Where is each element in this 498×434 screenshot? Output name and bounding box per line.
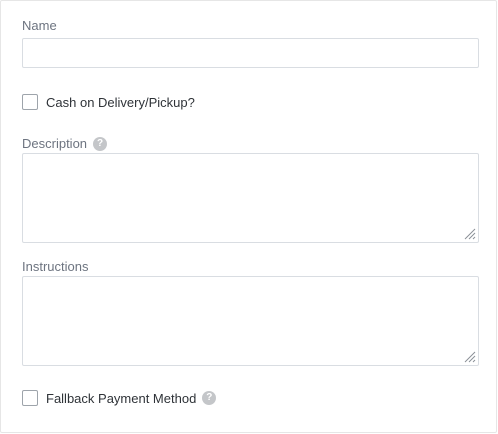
help-circle-icon[interactable]: ?: [202, 391, 217, 405]
fallback-checkbox[interactable]: [22, 390, 38, 406]
name-label: Name: [22, 18, 57, 33]
description-textarea[interactable]: [22, 153, 479, 243]
instructions-label: Instructions: [22, 259, 89, 274]
description-label: Description ?: [22, 136, 108, 151]
cod-option[interactable]: Cash on Delivery/Pickup?: [22, 94, 195, 110]
payment-method-form: Name Cash on Delivery/Pickup? Descriptio…: [0, 0, 497, 433]
cod-checkbox[interactable]: [22, 94, 38, 110]
fallback-label: Fallback Payment Method: [46, 390, 197, 406]
cod-label: Cash on Delivery/Pickup?: [46, 94, 195, 110]
fallback-option[interactable]: Fallback Payment Method ?: [22, 390, 217, 406]
help-circle-icon[interactable]: ?: [93, 136, 108, 151]
name-input[interactable]: [22, 38, 479, 68]
instructions-textarea[interactable]: [22, 276, 479, 366]
resize-grip-icon[interactable]: [464, 228, 476, 240]
resize-grip-icon[interactable]: [464, 351, 476, 363]
